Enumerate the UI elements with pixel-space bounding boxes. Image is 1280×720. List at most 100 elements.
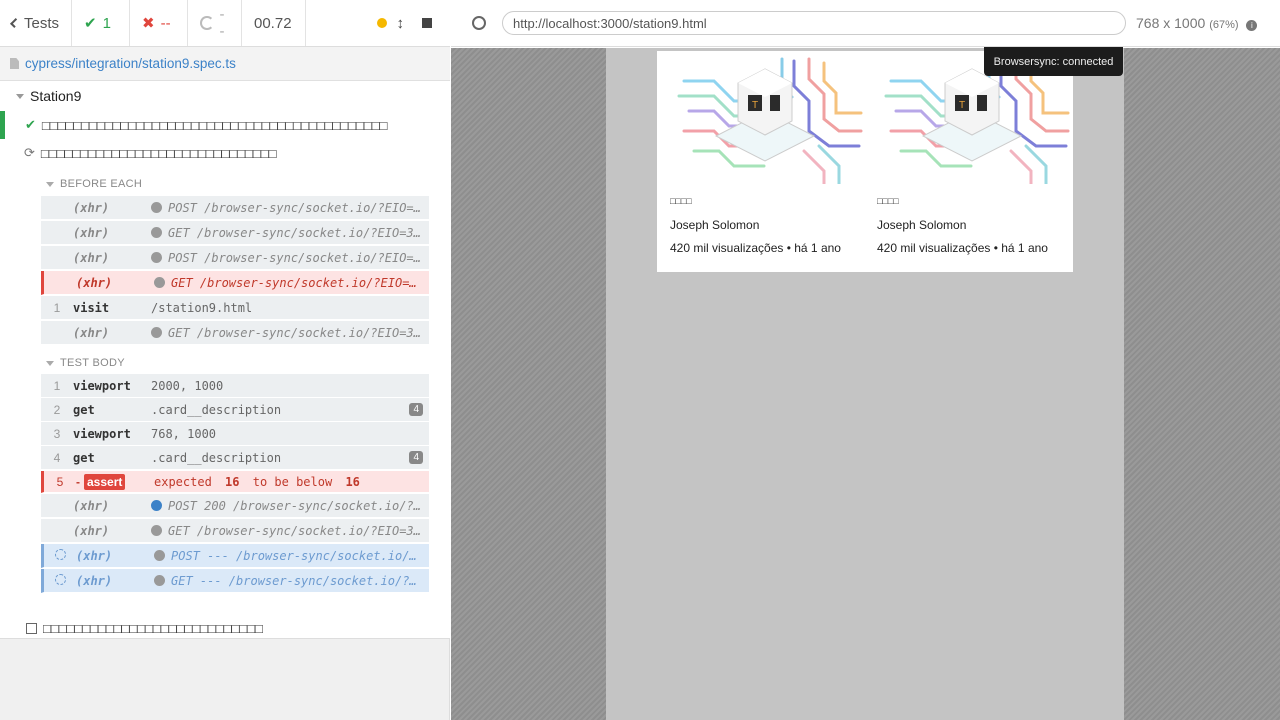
assert-comparison: to be below [252,474,333,489]
back-label: Tests [23,14,59,32]
card-author: Joseph Solomon [877,218,967,232]
assert-prefix: - [76,474,80,489]
refresh-icon: ⟳ [24,145,35,160]
command-message-text: /station9.html [151,300,253,315]
command-row[interactable]: 1 viewport 2000, 1000 [41,374,429,398]
hook-before-each[interactable]: BEFORE EACH [46,178,142,190]
url-field[interactable] [502,11,1126,35]
stop-icon [422,18,432,28]
hook-title-text: BEFORE EACH [60,178,143,190]
command-message-text: POST /browser-sync/socket.io/?EIO=3&tran… [168,250,429,265]
passed-count: 1 [102,14,111,32]
test-title: □□□□□□□□□□□□□□□□□□□□□□□□□□□□ [43,620,263,636]
command-number: 1 [53,378,61,393]
card-thumbnail: T [664,51,866,186]
suite-title-text: Station9 [30,88,82,104]
element-count-badge: 4 [409,451,423,464]
command-row[interactable]: 4 get .card__description 4 [41,446,429,470]
chevron-left-icon [10,18,20,28]
xhr-command[interactable]: (xhr) POST --- /browser-sync/socket.io/?E… [41,544,429,568]
test-title: □□□□□□□□□□□□□□□□□□□□□□□□□□□□□□□□□□□□□□□□… [41,117,388,133]
app-frame: T □□□□ Joseph Solomon 420 mil visualizaç… [606,48,1124,720]
passed-stat: ✔ 1 [72,0,130,46]
xhr-command[interactable]: (xhr) GET /browser-sync/socket.io/?EIO=3&… [41,271,429,295]
command-message: POST /browser-sync/socket.io/?EIO=3&tran… [151,201,429,215]
command-number: 5 [56,474,64,489]
command-row[interactable]: 1 visit/station9.html [41,296,429,320]
command-message-text: POST 200 /browser-sync/socket.io/?EIO=3&… [168,498,429,513]
command-name: - assert [76,473,154,490]
command-name: (xhr) [73,200,110,215]
check-icon: ✔ [84,15,97,32]
status-dot-icon [151,524,162,536]
aut-header: 768 x 1000 (67%) i [451,0,1280,47]
xhr-command[interactable]: (xhr) POST /browser-sync/socket.io/?EIO=3… [41,196,429,220]
pass-indicator [0,111,5,139]
runner-controls: ↕ [306,0,404,46]
test-title: □□□□□□□□□□□□□□□□□□□□□□□□□□□□□□ [40,145,277,161]
test-running[interactable]: ⟳ □□□□□□□□□□□□□□□□□□□□□□□□□□□□□□ [0,143,450,163]
caret-down-icon [46,181,54,187]
command-name: (xhr) [76,573,113,588]
command-message-text: GET /browser-sync/socket.io/?EIO=3&trans… [171,275,429,290]
card-views: 420 mil visualizações • há 1 ano [670,241,841,255]
assert-actual: 16 [225,474,240,489]
command-name: get [73,450,95,465]
command-message: /station9.html [151,301,429,315]
command-name: viewport [73,426,131,441]
auto-scroll-icon[interactable]: ↕ [397,15,405,32]
hook-title-text: TEST BODY [60,357,125,369]
command-number [44,548,76,563]
xhr-command[interactable]: (xhr) GET /browser-sync/socket.io/?EIO=3&… [41,321,429,345]
command-message-text: 2000, 1000 [151,378,224,393]
command-message: POST /browser-sync/socket.io/?EIO=3&tran… [151,251,429,265]
assert-command[interactable]: 5 - assert expected 16 to be below 16 [41,471,429,493]
info-icon[interactable]: i [1246,20,1258,31]
caret-down-icon [16,93,24,99]
pending-count: -- [219,6,225,40]
suite-title[interactable]: Station9 [16,88,81,104]
command-number: 3 [53,426,61,441]
aut-area: T □□□□ Joseph Solomon 420 mil visualizaç… [451,48,1280,720]
command-message-text: GET --- /browser-sync/socket.io/?EIO=3&t… [171,573,429,588]
test-passed[interactable]: ✔ □□□□□□□□□□□□□□□□□□□□□□□□□□□□□□□□□□□□□□… [0,111,450,139]
element-count-badge: 4 [409,403,423,416]
status-dot-icon [151,499,162,511]
duration-value: 00.72 [254,14,292,32]
command-name: (xhr) [73,325,110,340]
command-name: (xhr) [76,548,113,563]
xhr-command[interactable]: (xhr) POST /browser-sync/socket.io/?EIO=3… [41,246,429,270]
zoom-level: (67%) [1209,19,1239,31]
loading-icon [54,548,66,560]
command-message-text: .card__description [151,450,282,465]
command-number: 4 [53,450,61,465]
card-author: Joseph Solomon [670,218,760,232]
xhr-command[interactable]: (xhr) POST 200 /browser-sync/socket.io/?E… [41,494,429,518]
selector-playground-icon[interactable] [472,16,486,30]
status-dot-icon [154,549,165,561]
status-dot-icon [154,574,165,586]
command-message-text: POST --- /browser-sync/socket.io/?EIO=3&… [171,548,429,563]
command-message: GET --- /browser-sync/socket.io/?EIO=3&t… [154,574,429,588]
status-dot-icon [151,326,162,338]
back-to-tests-button[interactable]: Tests [0,0,72,46]
command-row[interactable]: 2 get .card__description 4 [41,398,429,422]
xhr-command[interactable]: (xhr) GET --- /browser-sync/socket.io/?EI… [41,569,429,593]
command-row[interactable]: 3 viewport 768, 1000 [41,422,429,446]
hook-test-body[interactable]: TEST BODY [46,357,125,369]
stop-button[interactable] [404,0,450,46]
command-message-text: GET /browser-sync/socket.io/?EIO=3&trans… [168,225,429,240]
test-pending[interactable]: □□□□□□□□□□□□□□□□□□□□□□□□□□□□ [0,618,450,638]
svg-text:T: T [959,100,965,111]
command-message: GET /browser-sync/socket.io/?EIO=3&trans… [154,276,429,290]
assert-tag: assert [84,473,126,490]
spec-path-link[interactable]: cypress/integration/station9.spec.ts [25,56,236,71]
card-description: □□□□ [877,196,899,206]
viewport-info: 768 x 1000 (67%) i [1136,15,1258,31]
status-dot-icon [151,226,162,238]
command-message: GET /browser-sync/socket.io/?EIO=3&trans… [151,524,429,538]
command-name: visit [73,300,110,315]
status-dot-icon [151,251,162,263]
xhr-command[interactable]: (xhr) GET /browser-sync/socket.io/?EIO=3&… [41,221,429,245]
xhr-command[interactable]: (xhr) GET /browser-sync/socket.io/?EIO=3&… [41,519,429,543]
